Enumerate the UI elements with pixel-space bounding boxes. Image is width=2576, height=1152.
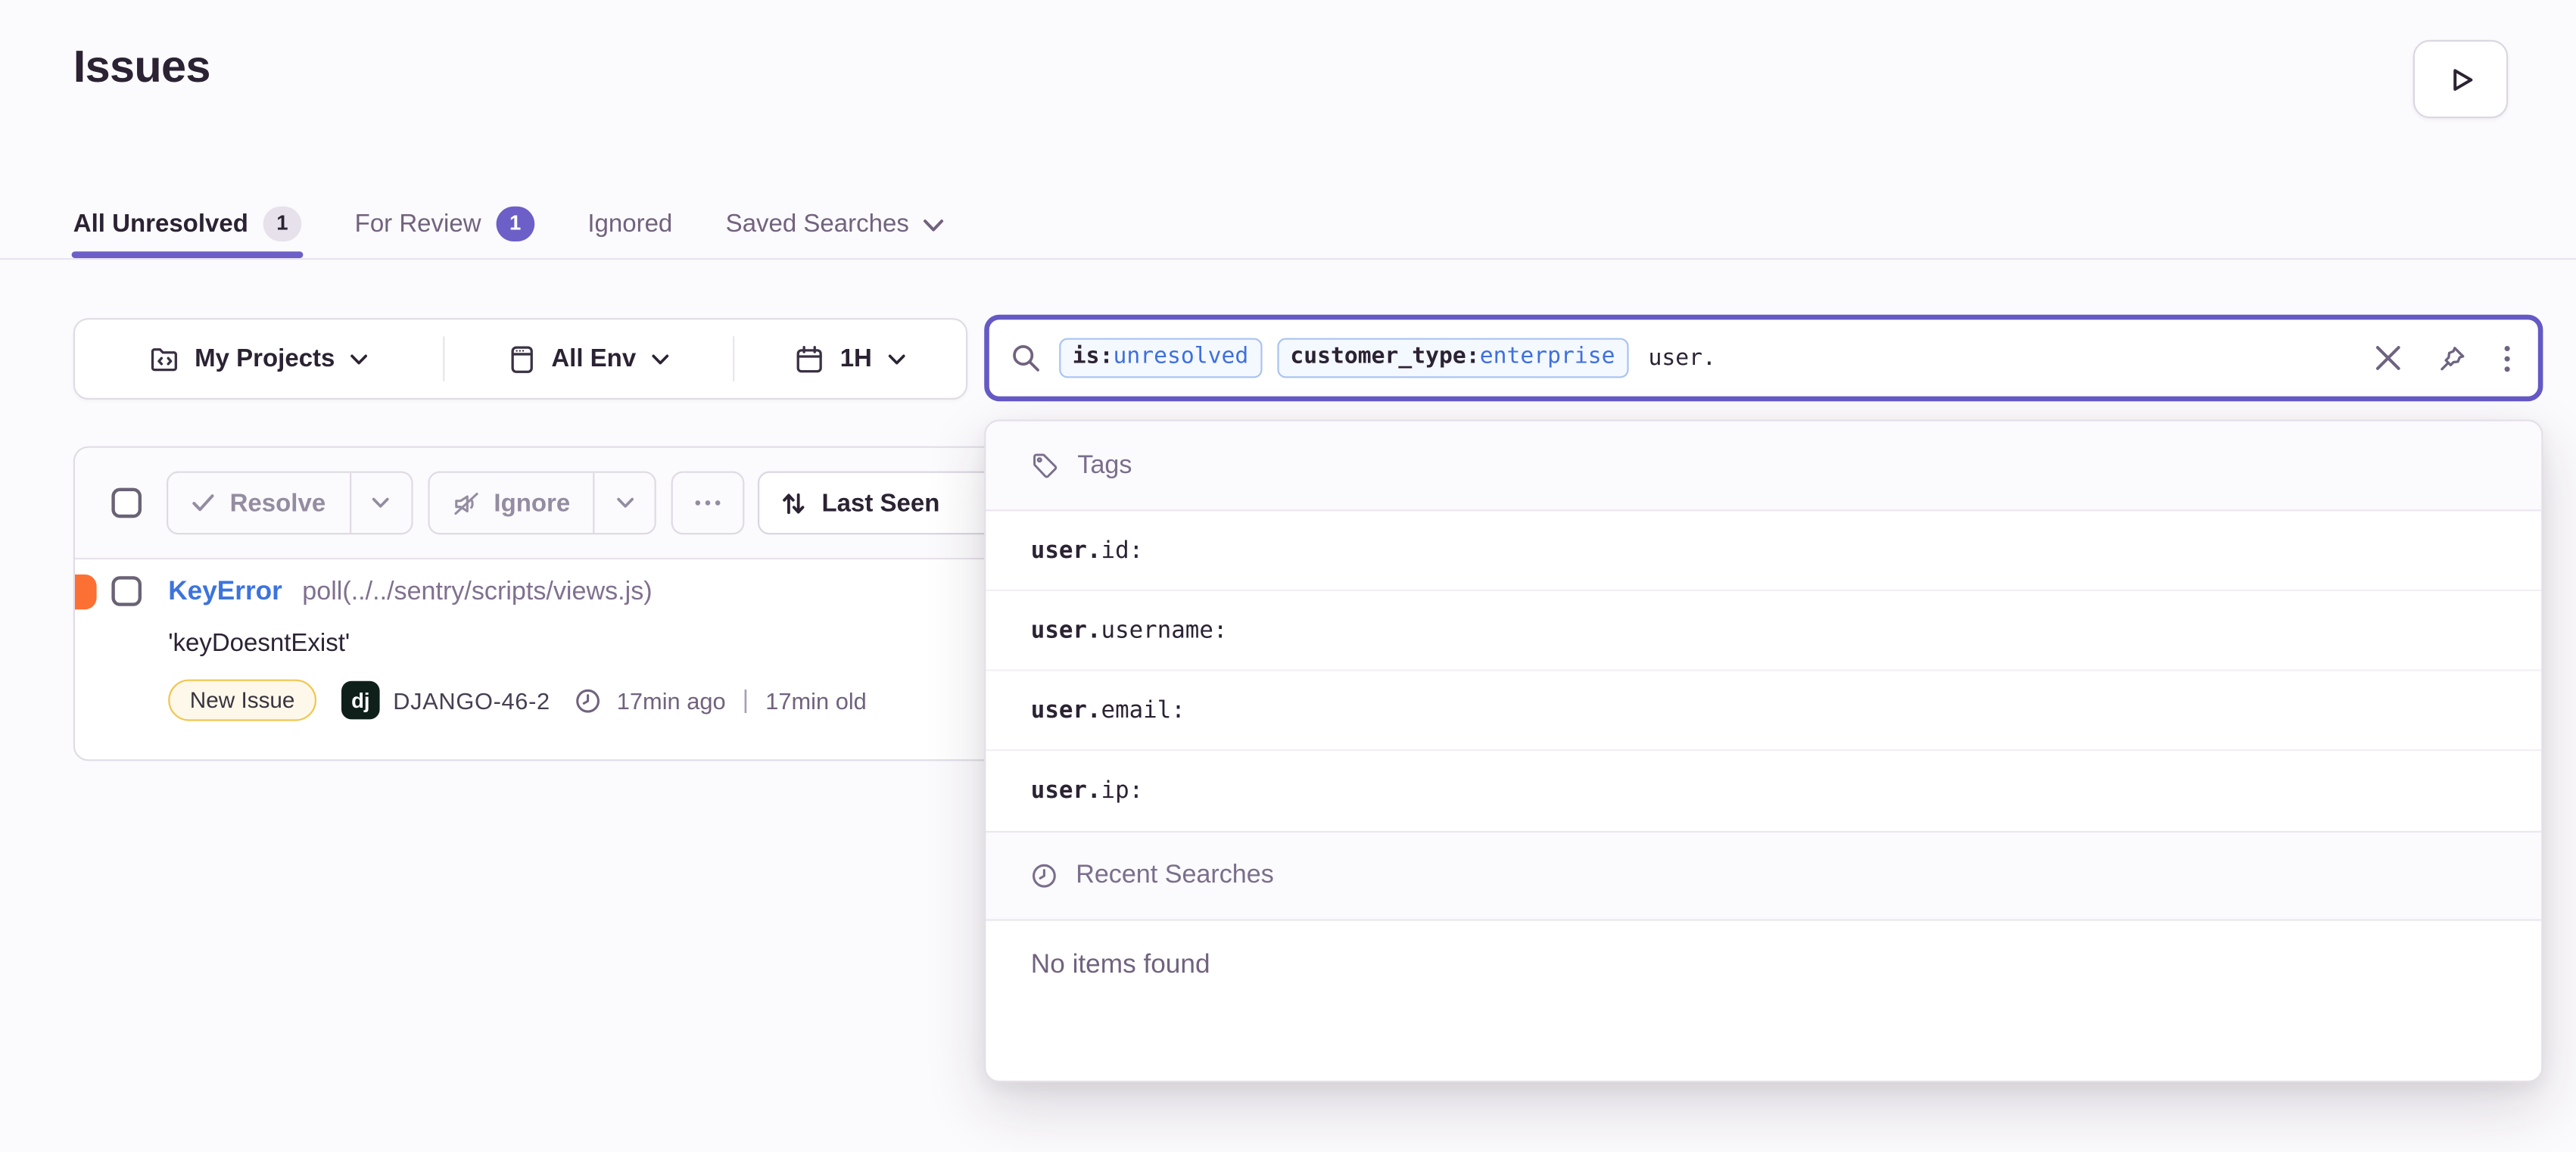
select-all-checkbox[interactable]: [111, 488, 142, 518]
tag-icon: [1031, 451, 1059, 479]
tab-label: Saved Searches: [726, 209, 909, 237]
token-separator: :: [1466, 343, 1480, 371]
ignore-button[interactable]: Ignore: [429, 473, 593, 533]
resolve-button[interactable]: Resolve: [168, 473, 349, 533]
ignore-split-button: Ignore: [427, 472, 656, 535]
tabs-divider: [0, 258, 2576, 260]
environment-filter-button[interactable]: All Env: [444, 319, 733, 397]
tab-bar: All Unresolved 1 For Review 1 Ignored Sa…: [73, 203, 944, 243]
section-header-label: Recent Searches: [1076, 861, 1274, 891]
issue-level-indicator: [75, 574, 97, 609]
token-value: enterprise: [1480, 343, 1615, 371]
tab-count-badge: 1: [263, 206, 302, 241]
dropdown-item-user-username[interactable]: user.username:: [986, 591, 2541, 671]
projects-filter-button[interactable]: My Projects: [75, 319, 443, 397]
replay-tour-button[interactable]: [2413, 40, 2508, 118]
tab-count-badge: 1: [496, 206, 534, 241]
dropdown-section-header-tags: Tags: [986, 422, 2541, 512]
item-rest-text: username:: [1101, 617, 1228, 643]
django-platform-icon: dj: [341, 681, 380, 720]
time-range-filter-label: 1H: [840, 344, 872, 372]
resolve-label: Resolve: [230, 489, 326, 517]
dropdown-empty-message: No items found: [986, 921, 2541, 1011]
clock-icon: [1031, 863, 1057, 889]
issue-age: 17min old: [765, 687, 867, 714]
dropdown-section-header-recent-searches: Recent Searches: [986, 831, 2541, 921]
search-input[interactable]: is:unresolved customer_type:enterprise u…: [984, 315, 2543, 401]
pin-icon: [2438, 344, 2466, 372]
tab-all-unresolved[interactable]: All Unresolved 1: [73, 206, 301, 241]
page-title: Issues: [73, 42, 210, 93]
item-rest-text: id:: [1101, 537, 1144, 564]
issues-page: Issues All Unresolved 1 For Review 1 Ign…: [0, 0, 2576, 1152]
project-info: dj DJANGO-46-2: [341, 681, 550, 720]
filter-bar: My Projects All Env 1H: [73, 318, 967, 400]
issue-location: poll(../../sentry/scripts/views.js): [302, 576, 652, 609]
tab-label: All Unresolved: [73, 209, 248, 237]
search-actions: [2375, 344, 2511, 372]
chevron-down-icon: [887, 352, 905, 366]
issue-timestamps: 17min ago | 17min old: [575, 686, 867, 714]
ignore-dropdown-button[interactable]: [595, 473, 655, 533]
timestamp-separator: |: [743, 686, 749, 714]
issue-title-link[interactable]: KeyError: [168, 576, 282, 609]
search-token-customer-type[interactable]: customer_type:enterprise: [1277, 338, 1628, 378]
dropdown-item-user-email[interactable]: user.email:: [986, 671, 2541, 752]
sort-label: Last Seen: [821, 489, 939, 517]
tab-ignored[interactable]: Ignored: [587, 209, 672, 237]
token-key: customer_type: [1290, 343, 1466, 371]
item-matched-text: user.: [1031, 537, 1101, 564]
pin-search-button[interactable]: [2438, 344, 2466, 372]
projects-folder-icon: [150, 344, 180, 374]
time-range-filter-button[interactable]: 1H: [734, 319, 966, 397]
more-actions-button[interactable]: [671, 472, 745, 535]
resolve-dropdown-button[interactable]: [350, 473, 410, 533]
project-slug: DJANGO-46-2: [393, 687, 550, 714]
search-menu-button[interactable]: [2503, 344, 2512, 372]
tab-for-review[interactable]: For Review 1: [355, 206, 534, 241]
clock-icon: [575, 687, 602, 714]
chevron-down-icon: [616, 497, 634, 510]
projects-filter-label: My Projects: [195, 344, 335, 372]
dropdown-item-user-id[interactable]: user.id:: [986, 511, 2541, 591]
tab-label: Ignored: [587, 209, 672, 237]
mute-icon: [452, 490, 478, 515]
item-matched-text: user.: [1031, 777, 1101, 804]
chevron-down-icon: [372, 497, 390, 510]
clear-search-button[interactable]: [2375, 344, 2401, 371]
window-icon: [508, 344, 536, 374]
search-autocomplete-dropdown: Tags user.id: user.username: user.email:…: [984, 419, 2543, 1082]
calendar-icon: [795, 344, 825, 374]
item-rest-text: ip:: [1101, 777, 1144, 804]
time-ago: 17min ago: [617, 687, 726, 714]
kebab-menu-icon: [2503, 344, 2512, 372]
item-rest-text: email:: [1101, 697, 1185, 724]
tab-saved-searches[interactable]: Saved Searches: [726, 209, 944, 237]
chevron-down-icon: [922, 217, 944, 232]
chevron-down-icon: [350, 352, 368, 366]
token-separator: :: [1100, 343, 1114, 371]
ellipsis-icon: [695, 500, 721, 506]
check-icon: [192, 493, 215, 512]
item-matched-text: user.: [1031, 617, 1101, 643]
issue-checkbox[interactable]: [111, 576, 142, 606]
search-typed-text: user.: [1649, 344, 1716, 371]
token-key: is: [1073, 343, 1100, 371]
item-matched-text: user.: [1031, 697, 1101, 724]
sort-arrows-icon: [782, 490, 807, 515]
environment-filter-label: All Env: [551, 344, 636, 372]
play-icon: [2444, 63, 2478, 96]
close-icon: [2375, 344, 2401, 371]
ignore-label: Ignore: [494, 489, 570, 517]
sort-button[interactable]: Last Seen: [758, 472, 1008, 535]
search-icon: [1011, 343, 1041, 373]
resolve-split-button: Resolve: [167, 472, 413, 535]
search-token-is-unresolved[interactable]: is:unresolved: [1059, 338, 1262, 378]
token-value: unresolved: [1113, 343, 1248, 371]
tab-label: For Review: [355, 209, 481, 237]
new-issue-badge: New Issue: [168, 680, 316, 721]
dropdown-item-user-ip[interactable]: user.ip:: [986, 751, 2541, 831]
chevron-down-icon: [651, 352, 669, 366]
section-header-label: Tags: [1077, 450, 1132, 481]
